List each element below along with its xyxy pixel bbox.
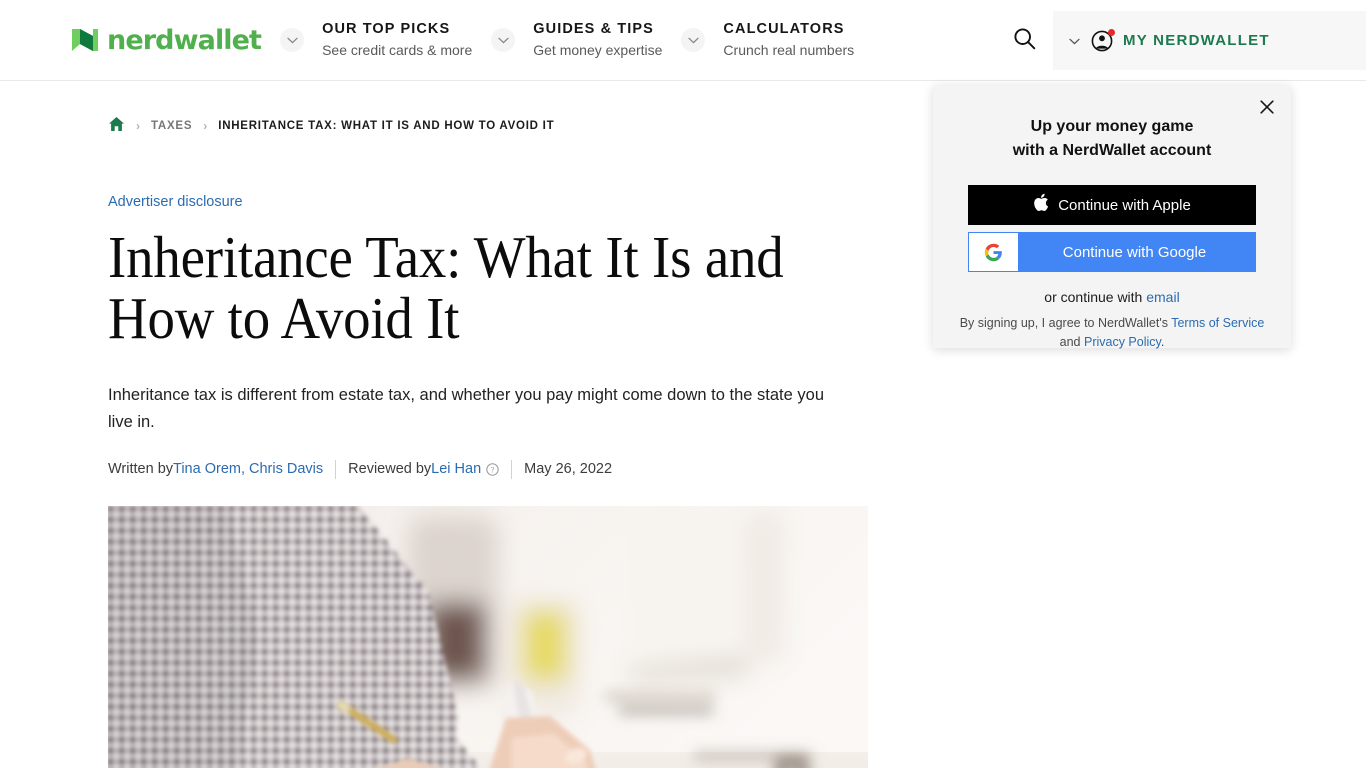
continue-with-email-prefix: or continue with <box>1044 289 1147 305</box>
article-standfirst: Inheritance tax is different from estate… <box>108 386 825 431</box>
signup-modal-title-line1: Up your money game <box>1030 118 1194 135</box>
breadcrumb-item-taxes[interactable]: TAXES <box>151 120 192 132</box>
breadcrumb-item-current: INHERITANCE TAX: WHAT IT IS AND HOW TO A… <box>218 120 555 132</box>
hero-image <box>108 506 868 768</box>
continue-with-email-link[interactable]: email <box>1146 289 1179 305</box>
info-circle-icon[interactable]: ? <box>486 462 499 476</box>
search-button[interactable] <box>1009 26 1039 56</box>
notification-dot <box>1108 28 1115 36</box>
nerdwallet-logo-text: nerdwallet <box>107 24 262 56</box>
chevron-down-icon[interactable] <box>491 28 516 52</box>
privacy-policy-link[interactable]: Privacy Policy <box>1084 335 1161 349</box>
nav-item-subtitle: Get money expertise <box>533 42 663 58</box>
nav-item-guides-tips[interactable]: GUIDES & TIPS Get money expertise <box>533 20 662 60</box>
chevron-down-icon[interactable] <box>1069 32 1080 50</box>
svg-text:?: ? <box>491 465 495 474</box>
nav-item-title: OUR TOP PICKS <box>322 21 451 37</box>
apple-logo-icon <box>1033 193 1049 217</box>
nav-item-subtitle: See credit cards & more <box>322 42 473 58</box>
nav-item-title: GUIDES & TIPS <box>533 21 654 37</box>
byline-written-by-label: Written by <box>108 461 174 477</box>
byline-reviewer-link[interactable]: Lei Han <box>431 461 481 477</box>
primary-nav: OUR TOP PICKS See credit cards & more GU… <box>261 20 854 60</box>
signup-modal: Up your money game with a NerdWallet acc… <box>933 85 1291 349</box>
byline-date: May 26, 2022 <box>524 461 613 477</box>
continue-with-apple-label: Continue with Apple <box>1058 196 1191 214</box>
continue-with-email-row: or continue with email <box>933 289 1291 305</box>
nav-item-subtitle: Crunch real numbers <box>723 42 855 58</box>
home-icon[interactable] <box>108 116 125 137</box>
continue-with-apple-button[interactable]: Continue with Apple <box>968 185 1256 225</box>
google-logo-icon <box>969 233 1018 271</box>
continue-with-google-label: Continue with Google <box>1062 243 1207 261</box>
breadcrumb-separator: › <box>203 119 208 133</box>
page-title: Inheritance Tax: What It Is and How to A… <box>108 224 784 351</box>
signup-modal-title-line2: with a NerdWallet account <box>1012 142 1212 159</box>
my-nerdwallet-label: MY NERDWALLET <box>1123 32 1270 49</box>
advertiser-disclosure-link[interactable]: Advertiser disclosure <box>108 194 243 210</box>
nav-item-title: CALCULATORS <box>723 21 845 37</box>
byline-reviewed-by-label: Reviewed by <box>348 461 432 477</box>
nav-group-guides-tips: GUIDES & TIPS Get money expertise <box>491 20 662 60</box>
search-icon <box>1013 27 1036 55</box>
nerdwallet-logo[interactable]: nerdwallet <box>70 20 262 60</box>
signup-legal-suffix: . <box>1160 335 1165 349</box>
continue-with-google-button[interactable]: Continue with Google <box>968 232 1256 272</box>
byline: Written by Tina Orem, Chris Davis Review… <box>108 459 868 479</box>
signup-legal-and: and <box>1059 335 1084 349</box>
signup-legal-text: By signing up, I agree to NerdWallet's T… <box>933 314 1291 352</box>
signup-legal-prefix: By signing up, I agree to NerdWallet's <box>959 316 1172 330</box>
terms-of-service-link[interactable]: Terms of Service <box>1171 316 1264 330</box>
close-icon[interactable] <box>1257 97 1277 117</box>
byline-divider <box>335 459 337 479</box>
user-avatar-icon <box>1091 28 1115 52</box>
nav-group-calculators: CALCULATORS Crunch real numbers <box>681 20 854 60</box>
chevron-down-icon[interactable] <box>681 28 706 52</box>
nav-group-our-top-picks: OUR TOP PICKS See credit cards & more <box>280 20 472 60</box>
nav-item-our-top-picks[interactable]: OUR TOP PICKS See credit cards & more <box>322 20 472 60</box>
nerdwallet-logo-icon <box>70 25 100 55</box>
byline-divider <box>511 459 513 479</box>
breadcrumb-separator: › <box>136 119 140 133</box>
signup-modal-title: Up your money game with a NerdWallet acc… <box>962 115 1262 163</box>
nav-item-calculators[interactable]: CALCULATORS Crunch real numbers <box>723 20 854 60</box>
article: Advertiser disclosure Inheritance Tax: W… <box>108 135 868 768</box>
my-nerdwallet-button[interactable]: MY NERDWALLET <box>1053 11 1366 70</box>
chevron-down-icon[interactable] <box>280 28 305 52</box>
byline-authors-link[interactable]: Tina Orem, Chris Davis <box>173 461 323 477</box>
site-header: nerdwallet OUR TOP PICKS See credit card… <box>0 0 1366 81</box>
